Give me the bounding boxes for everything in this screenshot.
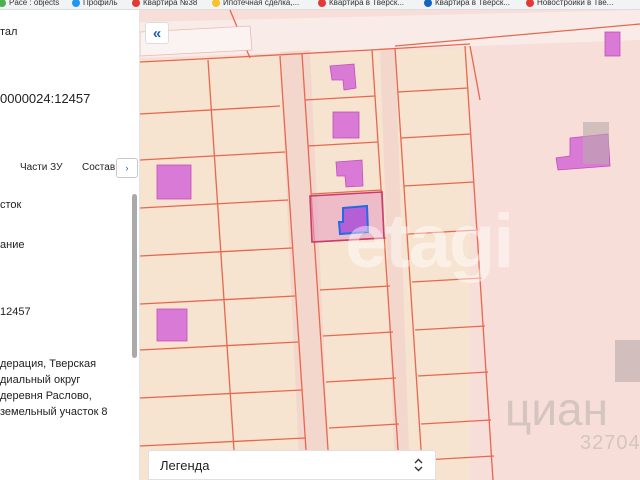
- chevron-right-icon: ›: [125, 163, 129, 173]
- field-type-value: сток: [0, 199, 22, 211]
- legend-selector[interactable]: Легенда: [148, 450, 436, 480]
- tab-bar: Части ЗУ Состав ›: [0, 156, 139, 180]
- building-shape: [615, 340, 640, 382]
- bookmark-item[interactable]: Pace : objects: [0, 0, 59, 8]
- object-info-panel: тал 0000024:12457 Части ЗУ Состав › сток…: [0, 10, 140, 480]
- tabs-next-button[interactable]: ›: [116, 158, 138, 178]
- bookmark-favicon-icon: [0, 0, 6, 7]
- tab-parts[interactable]: Части ЗУ: [20, 162, 62, 173]
- bookmarks-bar: Pace : objects Профиль Квартира №38 Ипот…: [0, 0, 640, 10]
- cadastral-number: 0000024:12457: [0, 91, 91, 106]
- bookmark-favicon-icon: [132, 0, 140, 7]
- panel-scrollbar[interactable]: [132, 194, 137, 358]
- legend-label: Легенда: [160, 457, 210, 473]
- bookmark-item[interactable]: Ипотечная сделка,...: [212, 0, 299, 8]
- field-name-value: ание: [0, 239, 25, 251]
- bookmark-favicon-icon: [212, 0, 220, 7]
- map-view[interactable]: etagi циан 327042967: [140, 10, 640, 480]
- bookmark-item[interactable]: Квартира в Тверск...: [424, 0, 510, 8]
- address-line: дерация, Тверская: [0, 358, 97, 370]
- building-shape: [332, 111, 360, 139]
- bookmark-favicon-icon: [526, 0, 534, 7]
- building-shape: [156, 308, 188, 342]
- boundary-line: [469, 45, 481, 101]
- bookmark-favicon-icon: [72, 0, 80, 7]
- tab-composition[interactable]: Состав: [82, 162, 115, 173]
- double-chevron-left-icon: «: [152, 24, 162, 42]
- bookmark-item[interactable]: Профиль: [72, 0, 118, 8]
- bookmark-item[interactable]: Квартира №38: [132, 0, 197, 8]
- collapse-panel-button[interactable]: «: [145, 22, 169, 44]
- bookmark-favicon-icon: [318, 0, 326, 7]
- chevron-up-down-icon: [414, 458, 423, 472]
- building-shape: [604, 31, 621, 57]
- bookmark-item[interactable]: Квартира в Тверск...: [318, 0, 404, 8]
- cadastral-map: [140, 10, 640, 480]
- bookmark-favicon-icon: [424, 0, 432, 7]
- selected-building[interactable]: [337, 204, 370, 236]
- field-number-value: 12457: [0, 306, 31, 318]
- panel-heading: тал: [0, 26, 18, 38]
- address-line: земельный участок 8: [0, 406, 108, 418]
- building-shape: [156, 164, 192, 200]
- bookmark-item[interactable]: Новостройки в Тве...: [526, 0, 613, 8]
- address-line: деревня Раслово,: [0, 390, 92, 402]
- address-line: диальный округ: [0, 374, 81, 386]
- building-shape: [583, 122, 609, 164]
